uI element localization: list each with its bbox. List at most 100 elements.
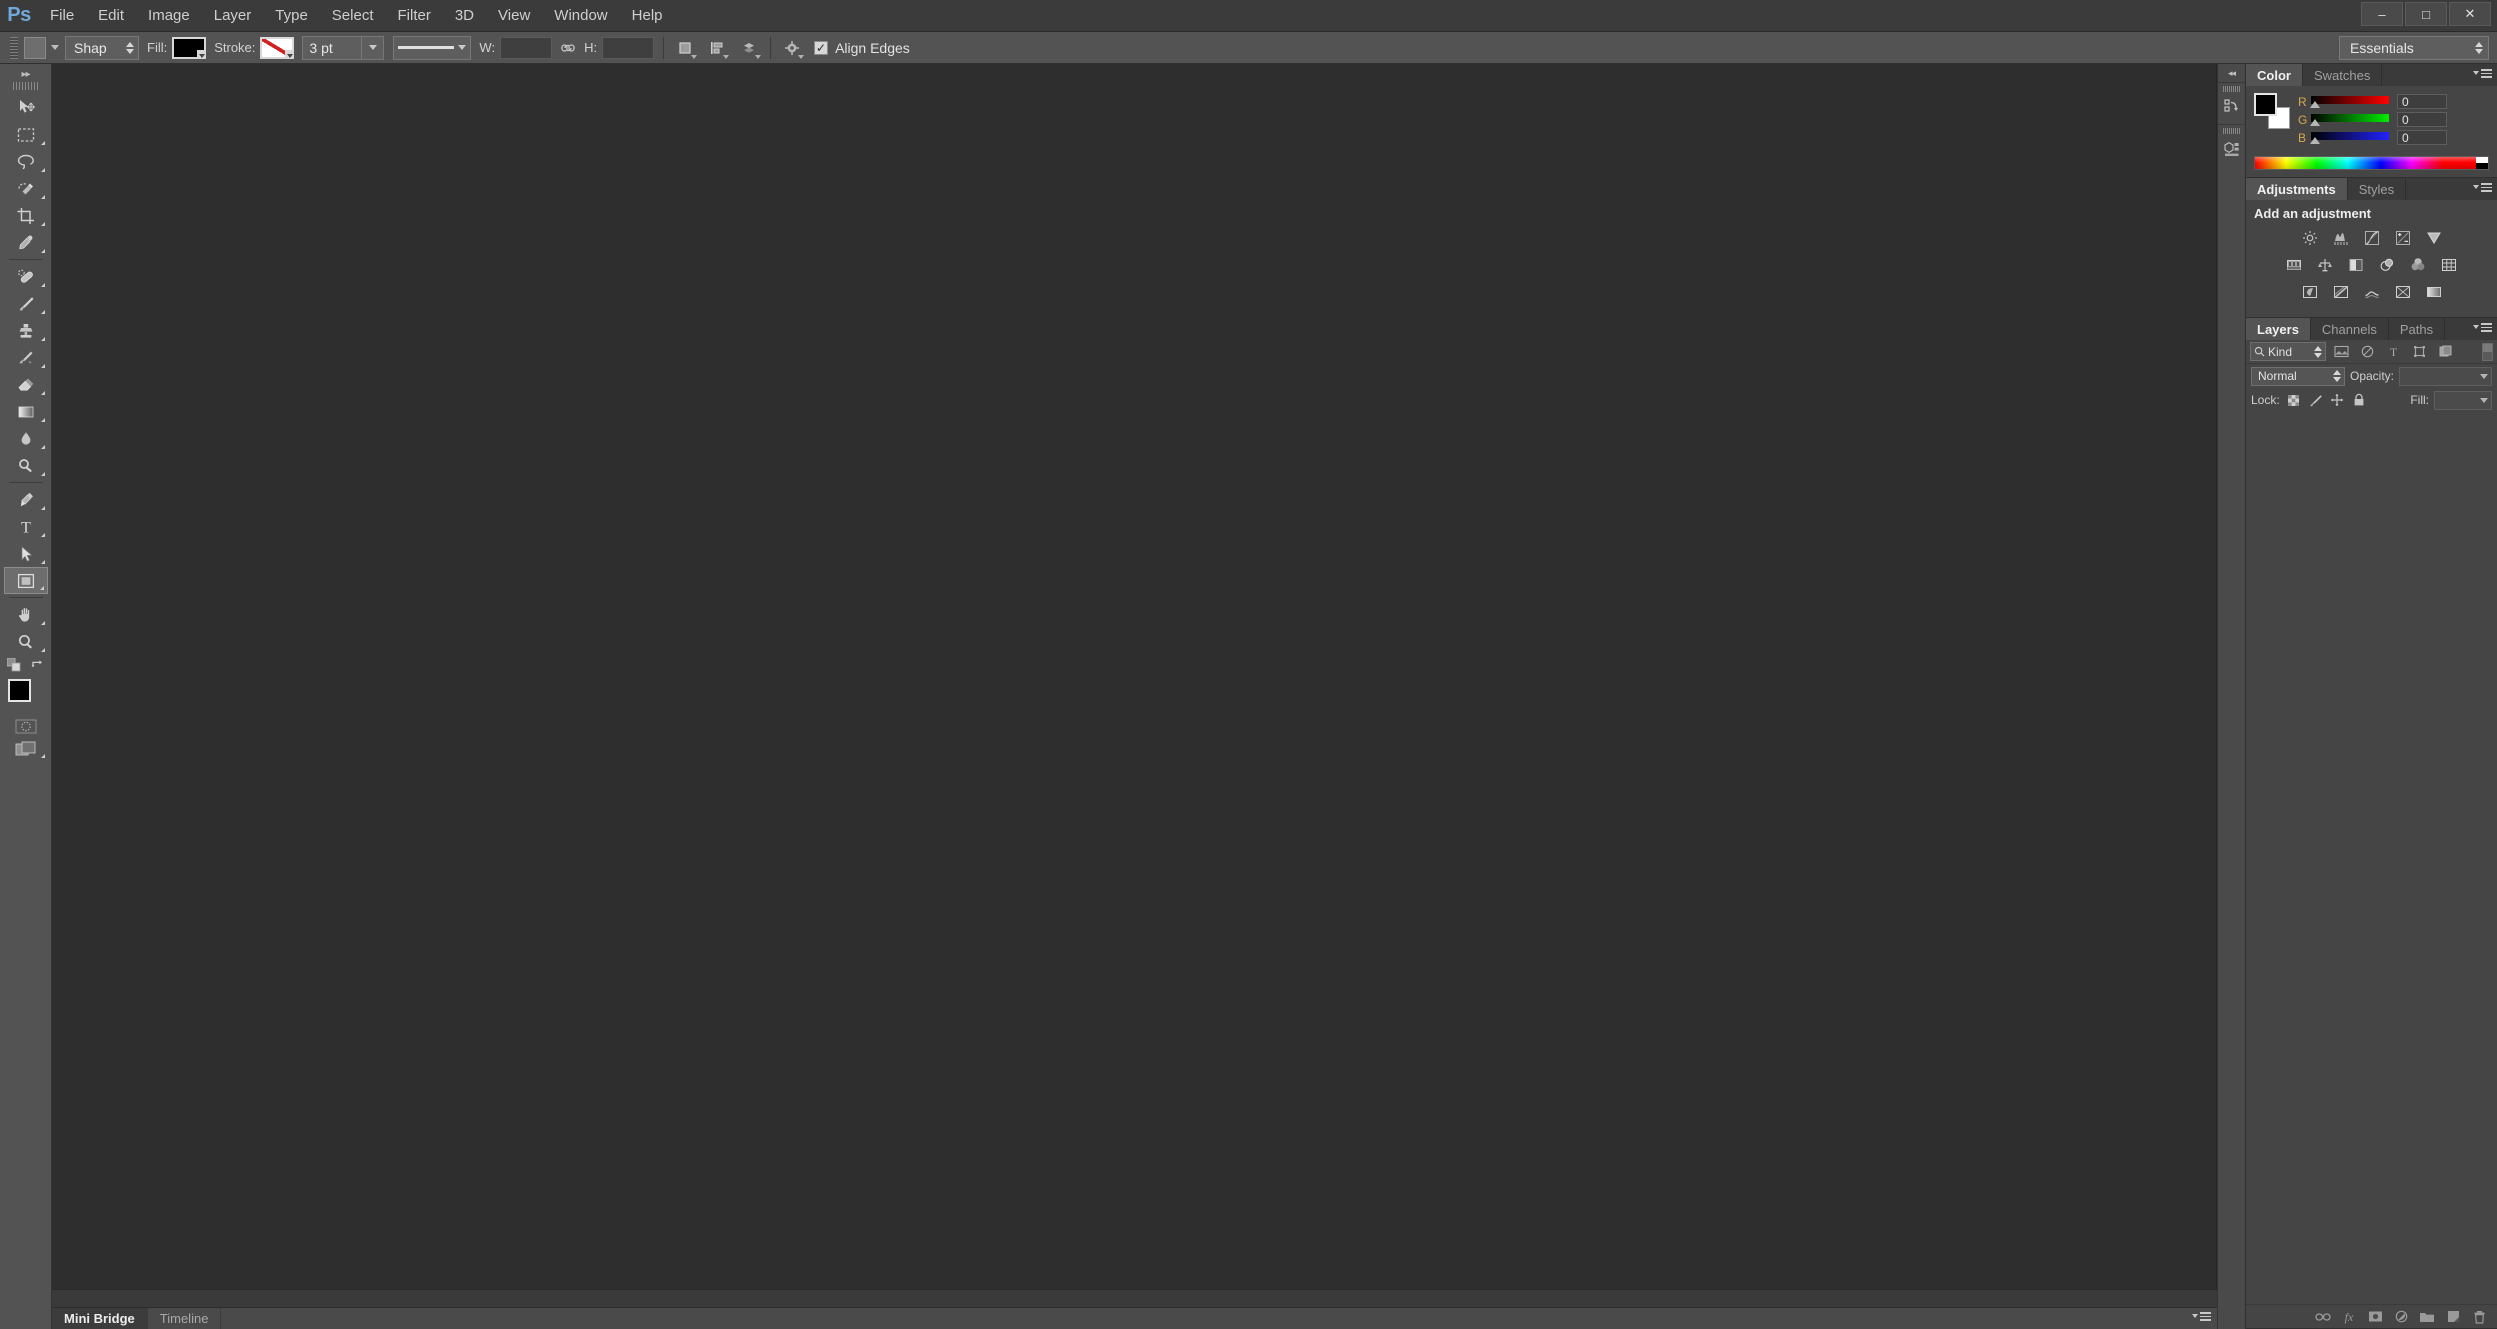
link-icon[interactable]	[560, 41, 576, 55]
menu-file[interactable]: File	[38, 0, 86, 32]
tool-preset-caret-icon[interactable]	[51, 45, 59, 50]
gear-icon[interactable]	[780, 36, 805, 60]
blue-slider[interactable]	[2310, 131, 2389, 144]
filter-shape-icon[interactable]	[2408, 342, 2430, 361]
lasso-tool[interactable]	[4, 148, 48, 175]
blur-tool[interactable]	[4, 425, 48, 452]
menu-type[interactable]: Type	[263, 0, 320, 32]
foreground-background-colors[interactable]	[7, 679, 44, 713]
path-selection-tool[interactable]	[4, 540, 48, 567]
exposure-icon[interactable]	[2392, 228, 2414, 248]
filter-enable-toggle[interactable]	[2482, 342, 2493, 361]
layers-list[interactable]	[2246, 412, 2497, 1304]
tab-mini-bridge[interactable]: Mini Bridge	[52, 1308, 148, 1329]
close-button[interactable]: ✕	[2449, 2, 2491, 26]
dodge-tool[interactable]	[4, 452, 48, 479]
history-group-grip[interactable]	[2222, 86, 2241, 92]
fill-layers-input[interactable]	[2434, 390, 2492, 410]
gradient-tool[interactable]	[4, 398, 48, 425]
history-brush-tool[interactable]	[4, 344, 48, 371]
channel-mixer-icon[interactable]	[2407, 255, 2429, 275]
black-white-icon[interactable]	[2345, 255, 2367, 275]
color-panel-swatches[interactable]	[2254, 93, 2290, 129]
pen-tool[interactable]	[4, 486, 48, 513]
properties-3d-panel-icon[interactable]	[2220, 137, 2244, 161]
shape-mode-select[interactable]: Shap	[65, 35, 139, 60]
lock-transparent-pixels-icon[interactable]	[2285, 392, 2302, 409]
tab-swatches[interactable]: Swatches	[2303, 64, 2383, 86]
menu-image[interactable]: Image	[136, 0, 202, 32]
color-lookup-icon[interactable]	[2438, 255, 2460, 275]
brightness-contrast-icon[interactable]	[2299, 228, 2321, 248]
dock-collapse-button[interactable]: ◂◂	[2218, 64, 2245, 82]
menu-layer[interactable]: Layer	[202, 0, 264, 32]
bottom-panel-menu-button[interactable]	[2192, 1312, 2211, 1321]
stroke-color-swatch[interactable]	[260, 36, 295, 59]
lock-position-icon[interactable]	[2329, 392, 2346, 409]
horizontal-type-tool[interactable]: T	[4, 513, 48, 540]
workspace-selector[interactable]: Essentials	[2339, 36, 2489, 60]
foreground-color-swatch[interactable]	[7, 679, 31, 702]
tab-adjustments[interactable]: Adjustments	[2246, 178, 2348, 200]
move-tool[interactable]	[4, 94, 48, 121]
threshold-icon[interactable]	[2361, 282, 2383, 302]
history-panel-icon[interactable]	[2220, 95, 2244, 119]
color-panel-menu-button[interactable]	[2473, 69, 2492, 78]
menu-view[interactable]: View	[486, 0, 542, 32]
opacity-input[interactable]	[2399, 366, 2492, 386]
red-slider[interactable]	[2310, 95, 2389, 108]
options-bar-grip[interactable]	[10, 36, 18, 59]
link-layers-button[interactable]	[2311, 1307, 2335, 1327]
fill-color-swatch[interactable]	[172, 36, 207, 59]
color-balance-icon[interactable]	[2314, 255, 2336, 275]
filter-pixel-icon[interactable]	[2330, 342, 2352, 361]
new-layer-button[interactable]	[2441, 1307, 2465, 1327]
align-edges-group[interactable]: ✓ Align Edges	[814, 40, 910, 56]
spot-healing-brush-tool[interactable]	[4, 263, 48, 290]
add-layer-mask-button[interactable]	[2363, 1307, 2387, 1327]
photo-filter-icon[interactable]	[2376, 255, 2398, 275]
hue-saturation-icon[interactable]	[2283, 255, 2305, 275]
stroke-width-combo[interactable]: 3 pt	[302, 35, 385, 60]
new-adjustment-layer-button[interactable]	[2389, 1307, 2413, 1327]
tab-timeline[interactable]: Timeline	[148, 1308, 222, 1329]
menu-select[interactable]: Select	[320, 0, 386, 32]
red-value[interactable]: 0	[2397, 94, 2447, 109]
tab-color[interactable]: Color	[2246, 64, 2303, 86]
eyedropper-tool[interactable]	[4, 229, 48, 256]
menu-window[interactable]: Window	[542, 0, 619, 32]
tab-paths[interactable]: Paths	[2389, 318, 2446, 340]
zoom-tool[interactable]	[4, 628, 48, 655]
canvas[interactable]	[52, 64, 2217, 1289]
maximize-button[interactable]: □	[2405, 2, 2447, 26]
menu-help[interactable]: Help	[620, 0, 675, 32]
invert-icon[interactable]	[2299, 282, 2321, 302]
height-input[interactable]	[602, 36, 655, 59]
path-operations-icon[interactable]	[673, 36, 698, 60]
screen-mode-icon[interactable]	[4, 737, 48, 761]
color-spectrum-ramp[interactable]	[2254, 156, 2489, 170]
path-alignment-icon[interactable]	[705, 36, 730, 60]
brush-tool[interactable]	[4, 290, 48, 317]
vibrance-icon[interactable]	[2423, 228, 2445, 248]
layers-panel-menu-button[interactable]	[2473, 323, 2492, 332]
layer-style-button[interactable]: fx	[2337, 1307, 2361, 1327]
adjustments-panel-menu-button[interactable]	[2473, 183, 2492, 192]
hand-tool[interactable]	[4, 601, 48, 628]
filter-smart-object-icon[interactable]	[2434, 342, 2456, 361]
lock-image-pixels-icon[interactable]	[2307, 392, 2324, 409]
selective-color-icon[interactable]	[2392, 282, 2414, 302]
quick-mask-icon[interactable]	[4, 715, 48, 737]
clone-stamp-tool[interactable]	[4, 317, 48, 344]
blue-value[interactable]: 0	[2397, 130, 2447, 145]
filter-type-icon[interactable]: T	[2382, 342, 2404, 361]
layer-filter-kind-select[interactable]: Kind	[2250, 342, 2326, 361]
tab-channels[interactable]: Channels	[2311, 318, 2389, 340]
rectangle-tool[interactable]	[3, 567, 48, 594]
stroke-width-dropdown-icon[interactable]	[362, 35, 385, 60]
menu-filter[interactable]: Filter	[386, 0, 443, 32]
path-arrangement-icon[interactable]	[737, 36, 762, 60]
properties-group-grip[interactable]	[2222, 128, 2241, 134]
align-edges-checkbox[interactable]: ✓	[814, 40, 829, 55]
blend-mode-select[interactable]: Normal	[2251, 366, 2345, 386]
